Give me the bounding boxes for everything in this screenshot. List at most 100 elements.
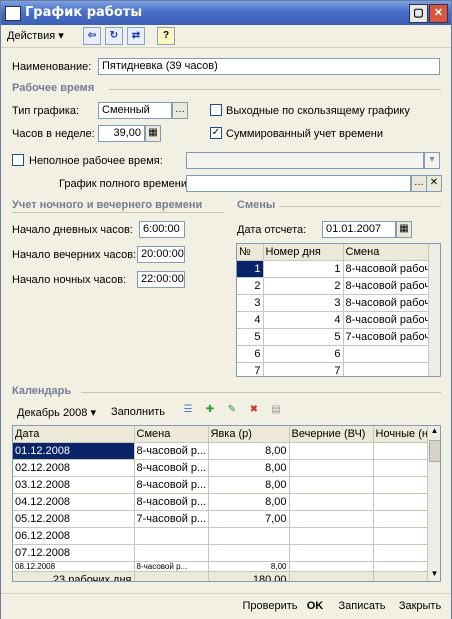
shifts-table[interactable]: № Номер дня Смена 118-часовой рабоч... 2… — [236, 243, 441, 377]
date-cell[interactable]: 03.12.2008 — [13, 476, 135, 494]
row-number[interactable]: 3 — [237, 294, 264, 312]
table-row[interactable]: 08.12.2008 8-часовой р... 8,00 — [13, 561, 428, 572]
restore-button[interactable]: ▢ — [409, 4, 428, 23]
column-header[interactable]: Номер дня — [263, 244, 344, 261]
scrollbar[interactable] — [428, 244, 440, 376]
shift-cell[interactable] — [343, 345, 430, 363]
select-button[interactable]: … — [411, 175, 427, 192]
attendance-cell[interactable]: 8,00 — [208, 561, 290, 572]
attendance-cell[interactable]: 8,00 — [208, 459, 290, 477]
day-number-cell[interactable]: 2 — [263, 277, 344, 295]
evening-cell[interactable] — [289, 561, 374, 572]
night-cell[interactable] — [373, 544, 428, 562]
check-button[interactable]: Проверить — [239, 597, 301, 615]
ok-button[interactable]: OK — [303, 597, 327, 615]
table-row[interactable]: 05.12.2008 7-часовой р... 7,00 — [13, 510, 428, 528]
night-cell[interactable] — [373, 561, 428, 572]
day-number-cell[interactable]: 3 — [263, 294, 344, 312]
shift-cell[interactable] — [343, 362, 430, 376]
summed-accounting-checkbox[interactable]: ✓ — [210, 127, 222, 139]
evening-cell[interactable] — [289, 527, 374, 545]
shift-cell[interactable]: 8-часовой р... — [134, 493, 209, 511]
shift-cell[interactable]: 8-часовой р... — [134, 459, 209, 477]
attendance-cell[interactable] — [208, 544, 290, 562]
date-cell[interactable]: 04.12.2008 — [13, 493, 135, 511]
column-header[interactable]: Смена — [134, 426, 209, 443]
column-header[interactable]: Вечерние (ВЧ) — [289, 426, 374, 443]
night-cell[interactable] — [373, 527, 428, 545]
switch-icon[interactable]: ⇄ — [127, 27, 145, 45]
date-cell[interactable]: 06.12.2008 — [13, 527, 135, 545]
chevron-down-icon[interactable]: ▾ — [424, 152, 440, 169]
table-row[interactable]: 03.12.2008 8-часовой р... 8,00 — [13, 476, 428, 494]
evening-cell[interactable] — [289, 476, 374, 494]
save-button[interactable]: Записать — [335, 597, 389, 615]
close-button[interactable]: Закрыть — [395, 597, 445, 615]
edit-row-icon[interactable]: ✎ — [225, 403, 239, 417]
clear-icon[interactable]: ✕ — [426, 175, 442, 192]
shift-cell[interactable]: 8-часовой рабоч... — [343, 294, 430, 312]
table-row[interactable]: 338-часовой рабоч... — [237, 294, 430, 312]
scrollbar[interactable]: ▲ ▼ — [427, 426, 440, 581]
column-header[interactable]: Явка (р) — [208, 426, 290, 443]
evening-cell[interactable] — [289, 544, 374, 562]
attendance-cell[interactable]: 8,00 — [208, 476, 290, 494]
add-row-icon[interactable]: ✚ — [203, 403, 217, 417]
shift-cell[interactable]: 8-часовой рабоч... — [343, 311, 430, 329]
select-button[interactable]: … — [172, 102, 188, 119]
attendance-cell[interactable] — [208, 527, 290, 545]
calendar-icon[interactable]: ▦ — [396, 221, 412, 238]
delete-row-icon[interactable]: ✖ — [247, 403, 261, 417]
row-number[interactable]: 6 — [237, 345, 264, 363]
table-row[interactable]: 02.12.2008 8-часовой р... 8,00 — [13, 459, 428, 477]
back-arrow-icon[interactable]: ⇦ — [83, 27, 101, 45]
date-cell[interactable]: 05.12.2008 — [13, 510, 135, 528]
night-cell[interactable] — [373, 459, 428, 477]
row-number[interactable]: 7 — [237, 362, 264, 376]
schedule-type-field[interactable]: Сменный — [98, 102, 172, 119]
list-icon[interactable]: ☰ — [181, 403, 195, 417]
evening-cell[interactable] — [289, 442, 374, 460]
day-number-cell[interactable]: 1 — [263, 260, 344, 278]
column-header[interactable]: Смена — [343, 244, 430, 261]
attendance-cell[interactable]: 7,00 — [208, 510, 290, 528]
shift-cell[interactable]: 8-часовой р... — [134, 561, 209, 572]
night-cell[interactable] — [373, 476, 428, 494]
scrollbar-thumb[interactable] — [429, 440, 440, 462]
table-row[interactable]: 07.12.2008 — [13, 544, 428, 562]
day-start-field[interactable]: 6:00:00 — [139, 221, 185, 238]
full-time-schedule-field[interactable] — [186, 175, 411, 192]
ref-date-field[interactable]: 01.01.2007 — [322, 221, 396, 238]
shift-cell[interactable]: 8-часовой р... — [134, 442, 209, 460]
shift-cell[interactable]: 7-часовой р... — [134, 510, 209, 528]
shift-cell[interactable]: 8-часовой рабоч... — [343, 277, 430, 295]
row-number[interactable]: 1 — [237, 260, 264, 278]
date-cell[interactable]: 08.12.2008 — [13, 561, 135, 572]
table-row[interactable]: 77 — [237, 362, 430, 376]
column-header[interactable]: № — [237, 244, 264, 261]
table-row[interactable]: 118-часовой рабоч... — [237, 260, 430, 278]
shift-cell[interactable] — [134, 544, 209, 562]
column-header[interactable]: Дата — [13, 426, 135, 443]
close-window-button[interactable]: ✕ — [429, 4, 448, 23]
evening-start-field[interactable]: 20:00:00 — [137, 246, 185, 263]
evening-cell[interactable] — [289, 459, 374, 477]
day-number-cell[interactable]: 5 — [263, 328, 344, 346]
shift-cell[interactable]: 8-часовой рабоч... — [343, 260, 430, 278]
fill-button[interactable]: Заполнить — [111, 406, 165, 418]
night-cell[interactable] — [373, 493, 428, 511]
day-number-cell[interactable]: 7 — [263, 362, 344, 376]
table-row[interactable]: 228-часовой рабоч... — [237, 277, 430, 295]
actions-menu[interactable]: Действия ▾ — [7, 29, 64, 42]
night-cell[interactable] — [373, 510, 428, 528]
refresh-icon[interactable]: ↻ — [105, 27, 123, 45]
scroll-up-icon[interactable]: ▲ — [428, 426, 440, 438]
evening-cell[interactable] — [289, 510, 374, 528]
sliding-days-off-checkbox[interactable] — [210, 104, 222, 116]
weekly-hours-field[interactable]: 39,00 — [98, 125, 145, 142]
attendance-cell[interactable]: 8,00 — [208, 442, 290, 460]
table-row[interactable]: 448-часовой рабоч... — [237, 311, 430, 329]
date-cell[interactable]: 07.12.2008 — [13, 544, 135, 562]
day-number-cell[interactable]: 6 — [263, 345, 344, 363]
date-cell[interactable]: 01.12.2008 — [13, 442, 135, 460]
